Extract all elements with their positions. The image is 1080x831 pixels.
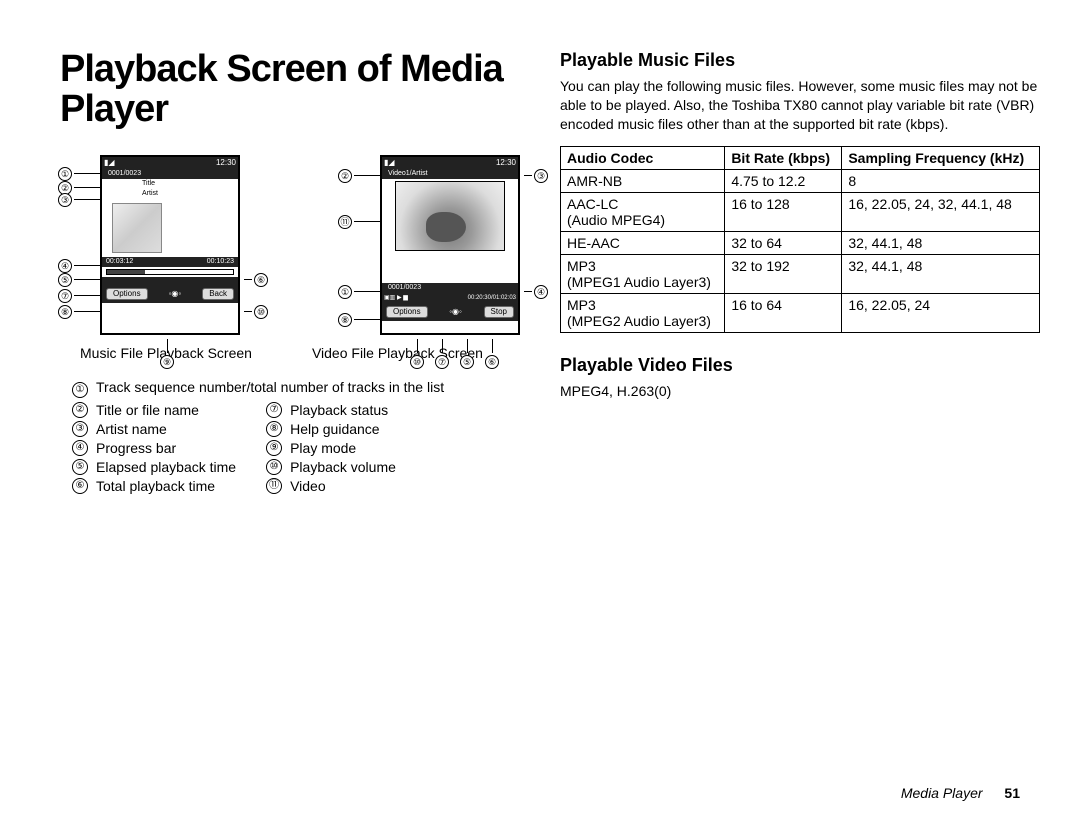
music-playback-mockup: ▮◢12:30 0001/0023 Title Artist 00:03:120… [60, 155, 250, 335]
options-softkey: Options [106, 288, 148, 300]
music-files-intro: You can play the following music files. … [560, 77, 1040, 134]
music-files-heading: Playable Music Files [560, 50, 1040, 71]
video-frame [395, 181, 505, 251]
legend-right-column: ⑦Playback status ⑧Help guidance ⑨Play mo… [266, 402, 396, 497]
page-footer: Media Player 51 [901, 785, 1020, 801]
back-softkey: Back [202, 288, 234, 300]
table-row: MP3(MPEG1 Audio Layer3) 32 to 192 32, 44… [561, 254, 1040, 293]
album-art-icon [112, 203, 162, 253]
page-title: Playback Screen of Media Player [60, 50, 530, 130]
table-row: AMR-NB 4.75 to 12.2 8 [561, 169, 1040, 192]
options-softkey: Options [386, 306, 428, 318]
legend-row-1: ①Track sequence number/total number of t… [72, 379, 530, 398]
video-files-body: MPEG4, H.263(0) [560, 382, 1040, 401]
codec-table: Audio Codec Bit Rate (kbps) Sampling Fre… [560, 146, 1040, 333]
table-row: MP3(MPEG2 Audio Layer3) 16 to 64 16, 22.… [561, 293, 1040, 332]
video-playback-mockup: ▮◢12:30 Video1/Artist 0001/0023 ▣▥ ▶ ▆00… [340, 155, 530, 335]
progress-bar [106, 269, 234, 275]
table-row: HE-AAC 32 to 64 32, 44.1, 48 [561, 231, 1040, 254]
table-row: AAC-LC(Audio MPEG4) 16 to 128 16, 22.05,… [561, 192, 1040, 231]
legend-left-column: ②Title or file name ③Artist name ④Progre… [72, 402, 236, 497]
video-caption: Video File Playback Screen [312, 345, 483, 361]
video-files-heading: Playable Video Files [560, 355, 1040, 376]
stop-softkey: Stop [484, 306, 514, 318]
